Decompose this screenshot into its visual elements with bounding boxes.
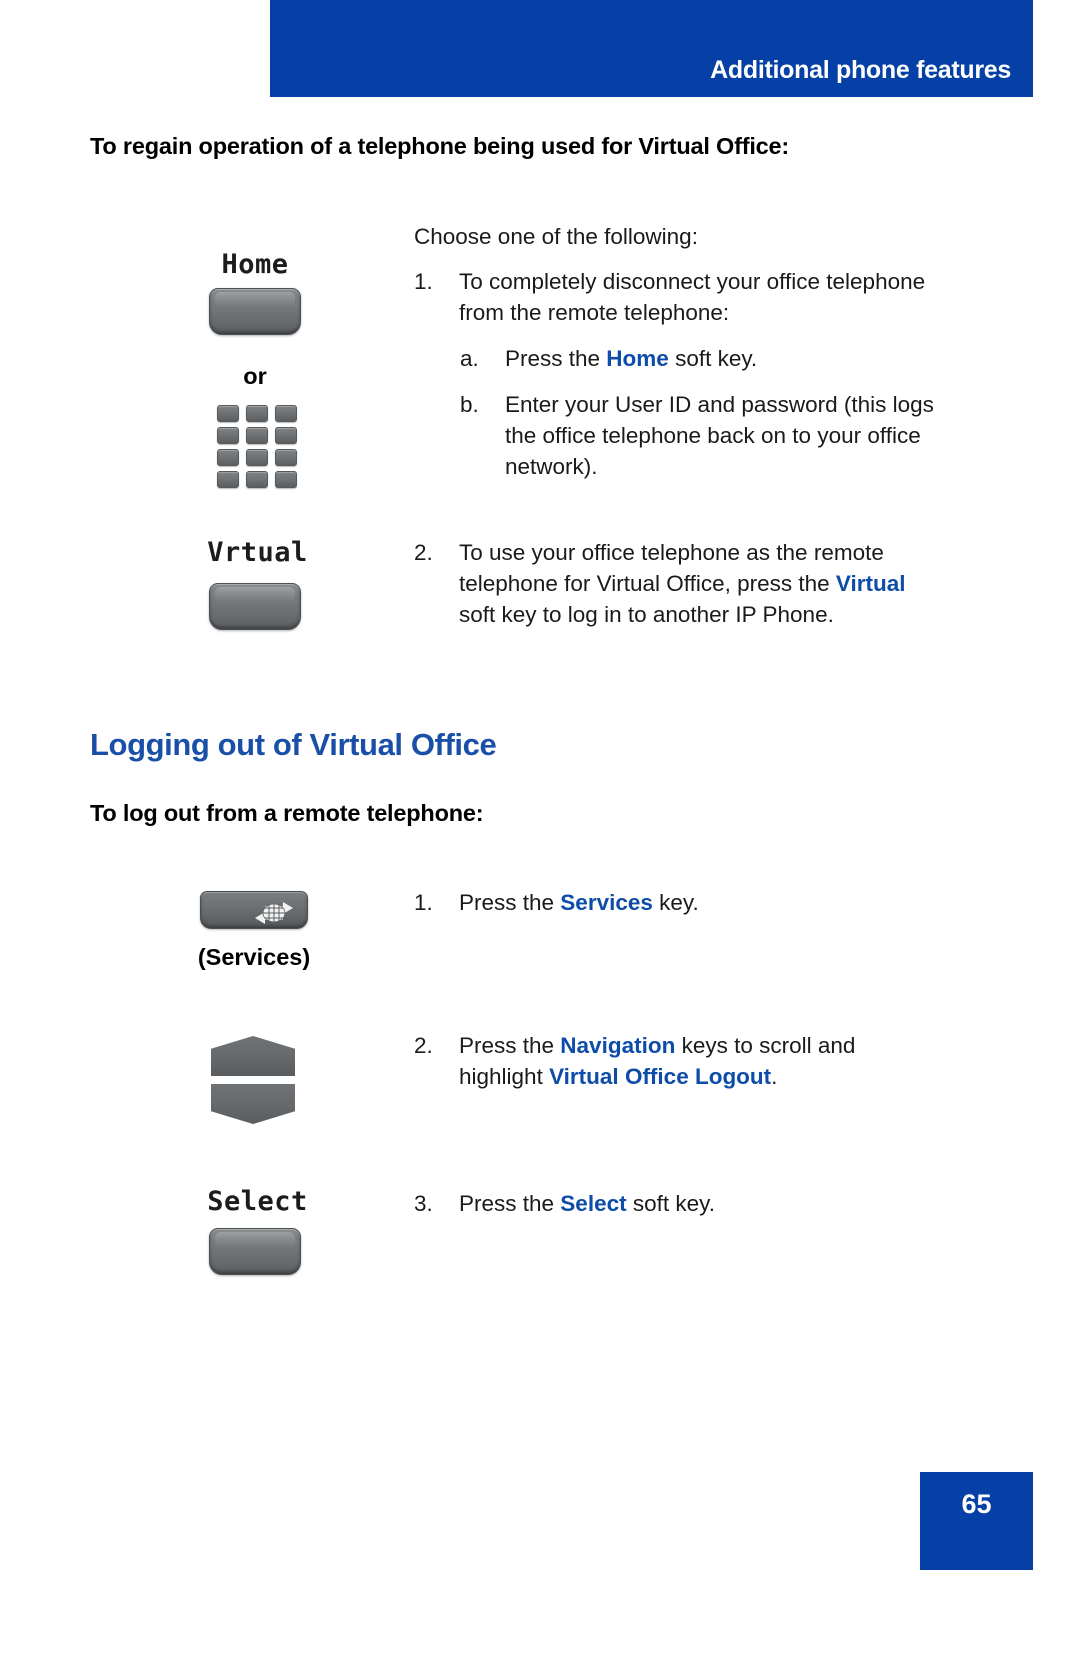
dialpad-key[interactable] (217, 449, 239, 466)
navigation-down-key[interactable] (211, 1084, 295, 1124)
logout-step-1: 1. Press the Services key. (414, 887, 934, 918)
navigation-down-icon (211, 1084, 295, 1124)
header-title: Additional phone features (710, 56, 1011, 84)
dialpad-key[interactable] (246, 427, 268, 444)
step-1-text: To completely disconnect your office tel… (459, 269, 926, 325)
logout-step-2-emphasis: Navigation (560, 1033, 676, 1058)
dialpad-key[interactable] (246, 471, 268, 488)
header-bar: Additional phone features (270, 0, 1033, 97)
navigation-up-icon (211, 1036, 295, 1076)
dialpad-key[interactable] (217, 405, 239, 422)
virtual-key-lcd-label: Vrtual (207, 537, 308, 568)
step-1-marker: 1. (414, 269, 433, 294)
step-1b-marker: b. (460, 392, 479, 417)
logout-step-3-post: soft key. (626, 1191, 715, 1216)
dialpad-keys[interactable] (217, 405, 297, 488)
logout-step-3: 3. Press the Select soft key. (414, 1188, 934, 1219)
logout-step-2: 2. Press the Navigation keys to scroll a… (414, 1030, 944, 1092)
step-2: 2. To use your office telephone as the r… (414, 537, 934, 630)
document-page: Additional phone features To regain oper… (0, 0, 1080, 1669)
step-1a-emphasis: Home (606, 346, 669, 371)
services-key-caption: (Services) (197, 944, 311, 970)
virtual-soft-key[interactable] (209, 583, 301, 630)
logout-step-3-emphasis: Select (560, 1191, 627, 1216)
step-1: 1. To completely disconnect your office … (414, 266, 934, 328)
logout-step-1-marker: 1. (414, 890, 433, 915)
step-1a-text-post: soft key. (668, 346, 758, 371)
step-1b-text: Enter your User ID and password (this lo… (505, 392, 934, 479)
logout-step-2-pre: Press the (459, 1033, 561, 1058)
step-1a-text: Press the Home soft key. (505, 343, 938, 374)
home-soft-key[interactable] (209, 288, 301, 335)
logout-step-2-text: Press the Navigation keys to scroll and … (459, 1030, 944, 1092)
logout-step-2-marker: 2. (414, 1033, 433, 1058)
step-1a: a. Press the Home soft key. (460, 343, 938, 374)
step-1b: b. Enter your User ID and password (this… (460, 389, 938, 482)
logout-section-subheading: To log out from a remote telephone: (90, 800, 484, 826)
select-key-lcd-label: Select (207, 1186, 308, 1217)
services-key[interactable] (200, 891, 308, 929)
dialpad-key[interactable] (246, 449, 268, 466)
dialpad-key[interactable] (275, 471, 297, 488)
select-soft-key[interactable] (209, 1228, 301, 1275)
logout-step-1-post: key. (652, 890, 699, 915)
dialpad-key[interactable] (275, 405, 297, 422)
step-2-text: To use your office telephone as the remo… (459, 537, 934, 630)
logout-step-1-pre: Press the (459, 890, 561, 915)
globe-arrows-icon (255, 902, 293, 924)
dialpad-key[interactable] (217, 427, 239, 444)
logout-step-3-marker: 3. (414, 1191, 433, 1216)
page-number: 65 (961, 1489, 992, 1519)
or-separator-label: or (243, 363, 267, 389)
logout-step-2-post: . (771, 1064, 778, 1089)
logout-step-3-pre: Press the (459, 1191, 561, 1216)
step-2-text-pre: To use your office telephone as the remo… (459, 540, 884, 596)
dialpad-key[interactable] (275, 449, 297, 466)
footer-bar (920, 1472, 1033, 1570)
dialpad-key[interactable] (217, 471, 239, 488)
step-1a-text-pre: Press the (505, 346, 607, 371)
choose-one-intro: Choose one of the following: (414, 224, 698, 249)
step-2-text-post: soft key to log in to another IP Phone. (459, 602, 834, 627)
home-key-lcd-label: Home (221, 249, 289, 280)
regain-section-heading: To regain operation of a telephone being… (90, 133, 790, 159)
step-1a-marker: a. (460, 346, 479, 371)
navigation-up-key[interactable] (211, 1036, 295, 1076)
logging-out-heading: Logging out of Virtual Office (90, 727, 497, 762)
logout-step-1-text: Press the Services key. (459, 887, 934, 918)
logout-step-3-text: Press the Select soft key. (459, 1188, 934, 1219)
logout-step-1-emphasis: Services (560, 890, 653, 915)
dialpad-key[interactable] (275, 427, 297, 444)
dialpad-key[interactable] (246, 405, 268, 422)
logout-step-2-emphasis-2: Virtual Office Logout (549, 1064, 772, 1089)
step-2-marker: 2. (414, 540, 433, 565)
step-2-emphasis: Virtual (835, 571, 906, 596)
